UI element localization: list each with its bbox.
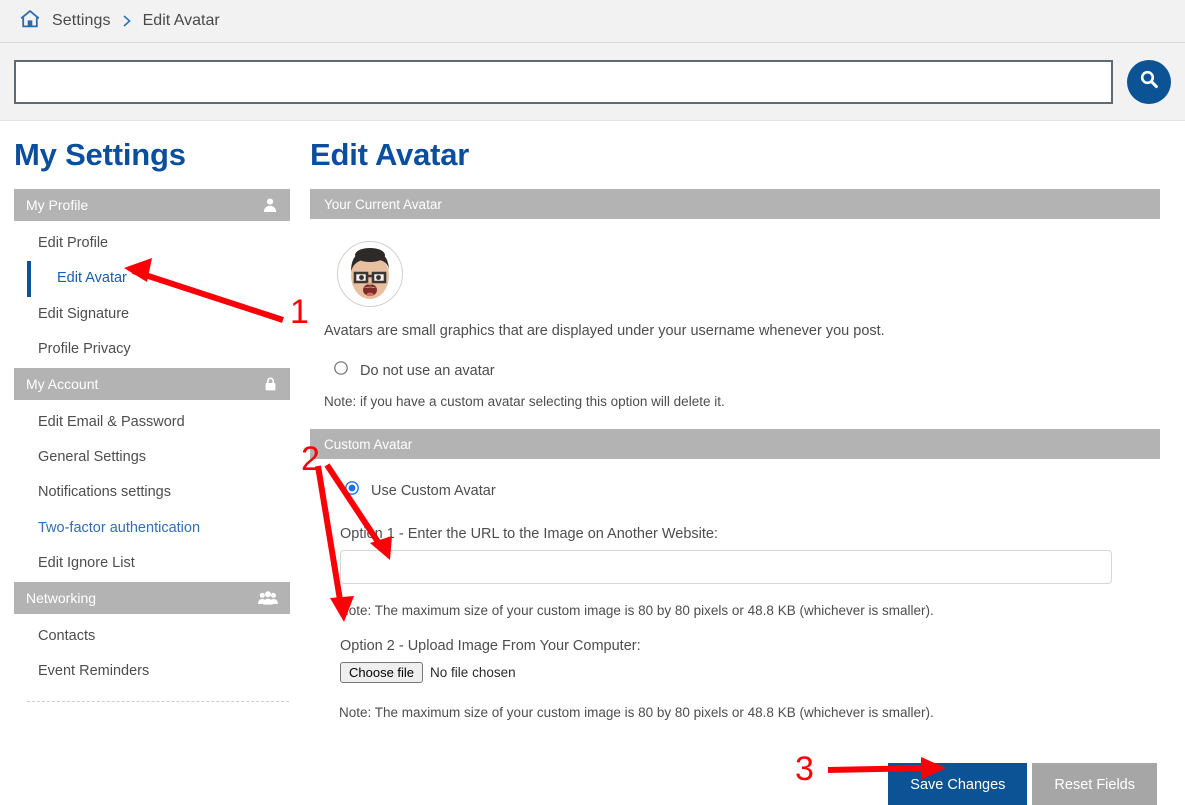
breadcrumb-item-settings[interactable]: Settings <box>52 12 111 30</box>
panel-header-custom-avatar: Custom Avatar <box>310 429 1160 459</box>
reset-fields-button[interactable]: Reset Fields <box>1032 763 1157 805</box>
sidebar-item-profile-privacy[interactable]: Profile Privacy <box>14 332 290 367</box>
search-bar <box>0 43 1185 121</box>
option2-note: Note: The maximum size of your custom im… <box>339 705 934 720</box>
sidebar-section-label: My Profile <box>26 197 89 213</box>
save-changes-button[interactable]: Save Changes <box>888 763 1028 805</box>
home-icon[interactable] <box>18 7 42 36</box>
sidebar-title: My Settings <box>14 137 186 172</box>
option2-label: Option 2 - Upload Image From Your Comput… <box>340 638 641 654</box>
sidebar-section-my-account[interactable]: My Account <box>14 367 290 400</box>
sidebar-item-notifications-settings[interactable]: Notifications settings <box>14 475 290 510</box>
option1-label: Option 1 - Enter the URL to the Image on… <box>340 526 719 542</box>
sidebar-item-edit-ignore-list[interactable]: Edit Ignore List <box>14 546 290 581</box>
avatar-description: Avatars are small graphics that are disp… <box>324 323 885 339</box>
panel-header-current-avatar: Your Current Avatar <box>310 189 1160 219</box>
file-upload-row: Choose file No file chosen <box>340 662 1160 683</box>
lock-icon <box>263 376 278 392</box>
sidebar-divider <box>27 701 289 703</box>
sidebar-item-edit-profile[interactable]: Edit Profile <box>14 226 290 261</box>
sidebar-section-label: Networking <box>26 589 97 606</box>
no-avatar-note: Note: if you have a custom avatar select… <box>324 394 725 409</box>
sidebar-section-label: My Account <box>26 375 99 392</box>
sidebar-item-two-factor-authentication[interactable]: Two-factor authentication <box>14 511 290 546</box>
sidebar-item-edit-avatar[interactable]: Edit Avatar <box>27 261 290 297</box>
sidebar-item-edit-signature[interactable]: Edit Signature <box>14 297 290 332</box>
use-custom-avatar-label: Use Custom Avatar <box>371 482 496 499</box>
radio-use-custom-avatar[interactable] <box>345 481 359 500</box>
main-content: Edit Avatar Your Current Avatar Avatars … <box>290 129 1185 805</box>
sidebar-item-edit-email-password[interactable]: Edit Email & Password <box>14 405 290 440</box>
user-icon <box>262 197 278 213</box>
avatar <box>337 241 403 307</box>
chevron-right-icon <box>121 13 133 29</box>
no-avatar-option-row[interactable]: Do not use an avatar <box>334 361 1160 380</box>
page-title: Edit Avatar <box>310 137 470 172</box>
file-status-text: No file chosen <box>430 665 516 680</box>
search-button[interactable] <box>1127 59 1171 104</box>
sidebar-section-networking[interactable]: Networking <box>14 581 290 614</box>
no-avatar-option-label: Do not use an avatar <box>360 362 495 379</box>
radio-no-avatar[interactable] <box>334 361 348 380</box>
avatar-container <box>310 219 1160 307</box>
breadcrumb-item-current: Edit Avatar <box>142 12 220 29</box>
use-custom-avatar-option-row[interactable]: Use Custom Avatar <box>345 481 1160 500</box>
option1-note: Note: The maximum size of your custom im… <box>339 603 934 618</box>
sidebar-item-general-settings[interactable]: General Settings <box>14 440 290 475</box>
search-input[interactable] <box>14 59 1113 104</box>
sidebar-section-my-profile[interactable]: My Profile <box>14 189 290 221</box>
people-icon <box>258 590 278 605</box>
search-icon <box>1136 67 1162 96</box>
avatar-url-input[interactable] <box>340 550 1112 584</box>
choose-file-button[interactable]: Choose file <box>340 662 424 683</box>
form-actions: Save Changes Reset Fields <box>310 763 1157 805</box>
sidebar-item-event-reminders[interactable]: Event Reminders <box>14 654 290 689</box>
breadcrumb: Settings Edit Avatar <box>0 0 1185 43</box>
sidebar-item-contacts[interactable]: Contacts <box>14 619 290 654</box>
sidebar: My Settings My Profile Edit Profile Edit… <box>0 129 290 703</box>
